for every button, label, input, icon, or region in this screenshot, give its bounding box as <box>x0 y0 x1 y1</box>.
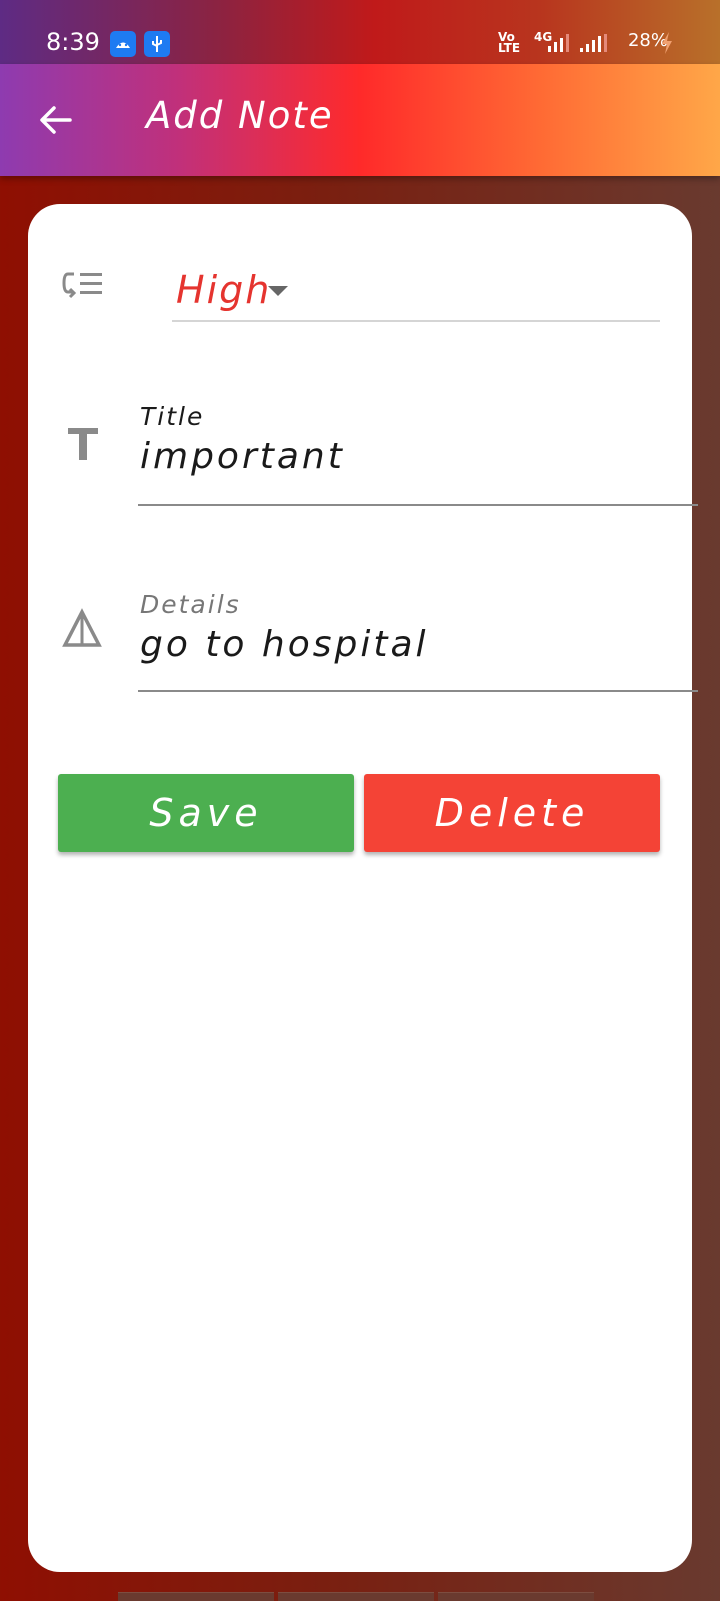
save-button[interactable]: Save <box>58 774 354 852</box>
android-icon <box>110 31 136 57</box>
details-underline <box>138 690 698 692</box>
signal-icon-1 <box>540 34 570 58</box>
page-title: Add Note <box>146 94 334 137</box>
priority-list-icon <box>62 268 104 308</box>
status-time: 8:39 <box>46 28 100 56</box>
signal-icon-2 <box>578 34 608 58</box>
status-bar: 8:39 Vo LTE 4G 28% <box>0 0 720 64</box>
app-toolbar: Add Note <box>0 64 720 176</box>
navigation-bar <box>118 1592 598 1601</box>
details-label: Details <box>140 590 241 619</box>
charging-icon <box>660 32 674 58</box>
title-label: Title <box>140 402 205 431</box>
arrow-left-icon <box>40 106 72 134</box>
details-input[interactable]: go to hospital <box>140 624 429 665</box>
priority-underline <box>172 320 660 322</box>
text-t-icon <box>66 426 100 466</box>
triangle-icon <box>62 608 102 652</box>
back-button[interactable] <box>36 100 76 140</box>
note-form-card: High Title important Details go to hospi… <box>28 204 698 1572</box>
usb-icon <box>144 31 170 57</box>
priority-dropdown[interactable]: High <box>176 268 271 312</box>
title-underline <box>138 504 698 506</box>
volte-label-bottom: LTE <box>498 41 521 55</box>
volte-icon: Vo LTE <box>498 31 521 55</box>
chevron-down-icon[interactable] <box>268 286 288 296</box>
delete-button[interactable]: Delete <box>364 774 660 852</box>
title-input[interactable]: important <box>140 436 345 477</box>
